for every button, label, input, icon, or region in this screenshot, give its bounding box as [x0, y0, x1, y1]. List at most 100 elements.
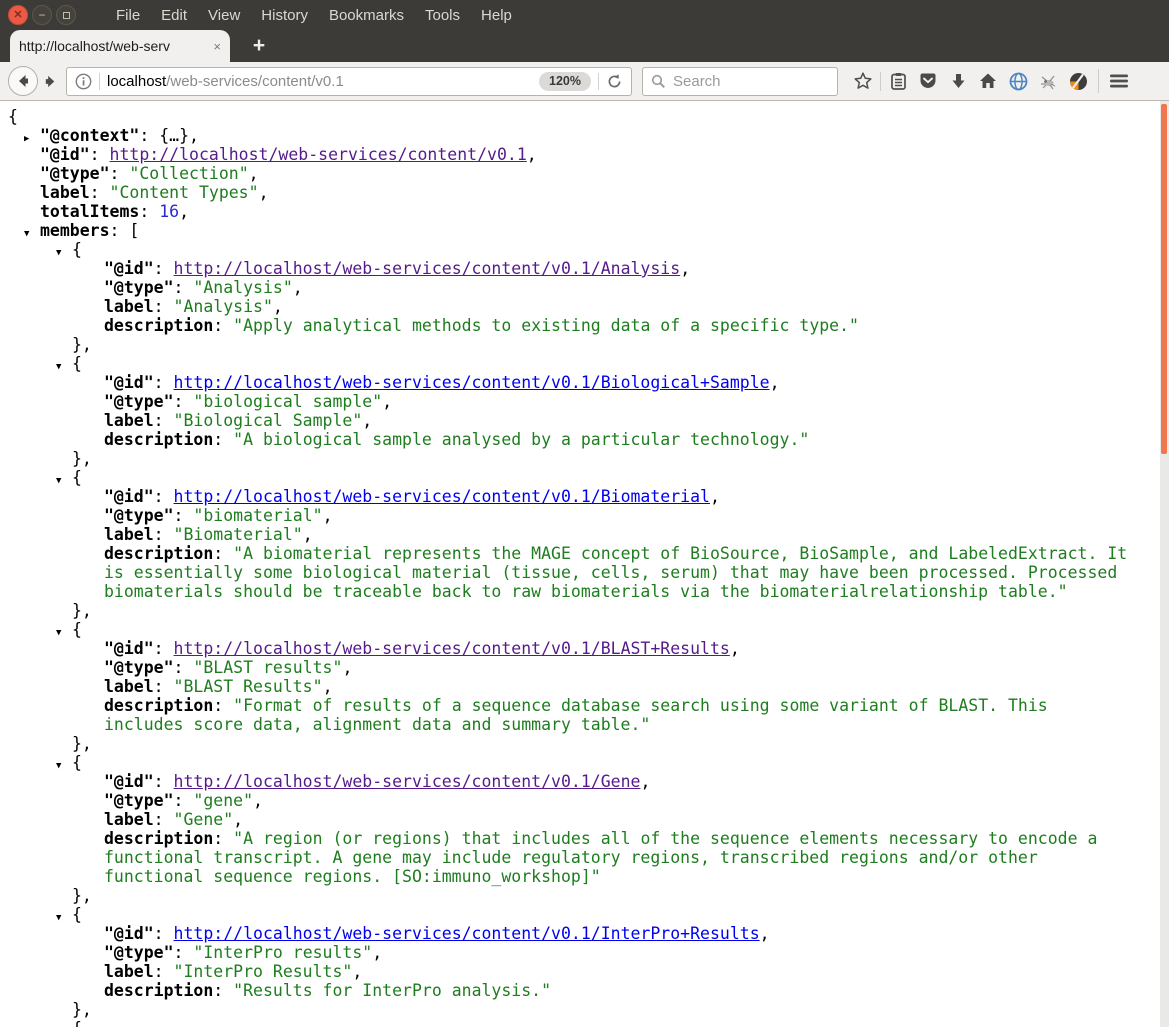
- json-str: "Apply analytical methods to existing da…: [233, 316, 859, 335]
- info-icon[interactable]: [75, 73, 92, 90]
- expander-open-icon[interactable]: ▼: [24, 225, 29, 244]
- expander-closed-icon[interactable]: ▶: [24, 130, 29, 149]
- json-line: label: "Gene",: [104, 810, 1137, 829]
- extension-button-2[interactable]: [1063, 67, 1093, 95]
- json-punctuation: ,: [322, 677, 333, 696]
- json-punctuation: ,: [729, 639, 740, 658]
- menu-item-view[interactable]: View: [208, 7, 240, 24]
- json-line: "@type": "InterPro results",: [104, 943, 1137, 962]
- json-punctuation: :: [173, 392, 194, 411]
- json-key: "@type": [104, 658, 174, 677]
- menu-item-help[interactable]: Help: [481, 7, 512, 24]
- json-key: "@type": [104, 943, 174, 962]
- json-line: "@type": "biological sample",: [104, 392, 1137, 411]
- expander-open-icon[interactable]: ▼: [56, 472, 61, 491]
- json-key: "@type": [104, 278, 174, 297]
- json-line: description: "Format of results of a seq…: [104, 696, 1137, 734]
- pocket-button[interactable]: [913, 67, 943, 95]
- json-punctuation: :: [173, 278, 194, 297]
- json-punctuation: ,: [258, 183, 269, 202]
- scrollbar-thumb[interactable]: [1161, 104, 1167, 454]
- json-line: "@type": "Collection",: [40, 164, 1137, 183]
- json-line: ▼{: [56, 620, 1137, 639]
- menu-item-edit[interactable]: Edit: [161, 7, 187, 24]
- json-str: "Biological Sample": [173, 411, 363, 430]
- json-line: label: "Biological Sample",: [104, 411, 1137, 430]
- close-icon[interactable]: ✕: [8, 5, 28, 25]
- json-punctuation: :: [153, 772, 174, 791]
- globe-extension-button[interactable]: [1003, 67, 1033, 95]
- json-link[interactable]: http://localhost/web-services/content/v0…: [174, 772, 641, 791]
- menu-item-bookmarks[interactable]: Bookmarks: [329, 7, 404, 24]
- search-input[interactable]: Search: [642, 66, 838, 96]
- browser-tab[interactable]: http://localhost/web-serv ×: [10, 30, 230, 62]
- open-menu-button[interactable]: [1104, 67, 1134, 95]
- scrollbar-track[interactable]: [1160, 101, 1169, 1027]
- json-punctuation: ,: [292, 278, 303, 297]
- reload-icon[interactable]: [606, 73, 623, 90]
- json-link[interactable]: http://localhost/web-services/content/v0…: [174, 373, 770, 392]
- maximize-icon[interactable]: [56, 5, 76, 25]
- expander-open-icon[interactable]: ▼: [56, 358, 61, 377]
- json-punctuation: :: [153, 924, 174, 943]
- json-str: "A region (or regions) that includes all…: [104, 829, 1098, 886]
- json-str: "Collection": [129, 164, 249, 183]
- menu-item-history[interactable]: History: [261, 7, 308, 24]
- new-tab-button[interactable]: +: [244, 33, 274, 59]
- titlebar: ✕ − File Edit View History Bookmarks Tools Hel…: [0, 0, 1169, 30]
- back-button[interactable]: [8, 66, 38, 96]
- expander-open-icon[interactable]: ▼: [56, 1023, 61, 1027]
- url-input[interactable]: localhost/web-services/content/v0.1 120%: [66, 66, 632, 96]
- pocket-icon: [920, 73, 936, 88]
- bookmarks-menu-button[interactable]: [883, 67, 913, 95]
- json-punctuation: :: [153, 677, 174, 696]
- zoom-indicator[interactable]: 120%: [539, 71, 591, 91]
- json-link[interactable]: http://localhost/web-services/content/v0…: [174, 259, 681, 278]
- tab-title-wrap: http://localhost/web-serv: [19, 37, 210, 55]
- minimize-icon[interactable]: −: [32, 5, 52, 25]
- forward-button[interactable]: [38, 68, 62, 94]
- json-punctuation: {: [72, 620, 82, 639]
- tab-close-icon[interactable]: ×: [213, 39, 221, 54]
- json-line: totalItems: 16,: [40, 202, 1137, 221]
- json-punctuation: :: [213, 696, 234, 715]
- json-line: },: [72, 449, 1137, 468]
- json-key: label: [104, 411, 154, 430]
- extension-icon-2: [1069, 72, 1087, 90]
- json-punctuation: ,: [759, 924, 770, 943]
- json-link[interactable]: http://localhost/web-services/content/v0…: [174, 487, 710, 506]
- json-str: "Content Types": [109, 183, 259, 202]
- json-line: ▼{: [56, 753, 1137, 772]
- json-key: "@id": [104, 487, 154, 506]
- json-str: "Gene": [173, 810, 234, 829]
- json-line: "@id": http://localhost/web-services/con…: [104, 259, 1137, 278]
- json-line: },: [72, 886, 1137, 905]
- expander-open-icon[interactable]: ▼: [56, 909, 61, 928]
- json-punctuation: {: [8, 107, 18, 126]
- json-punctuation: ,: [352, 962, 363, 981]
- json-line: label: "Biomaterial",: [104, 525, 1137, 544]
- json-str: "Analysis": [193, 278, 293, 297]
- expander-open-icon[interactable]: ▼: [56, 244, 61, 263]
- globe-icon: [1009, 72, 1027, 90]
- bookmark-star-button[interactable]: [848, 67, 878, 95]
- json-line: {: [8, 107, 1137, 126]
- json-link[interactable]: http://localhost/web-services/content/v0…: [174, 924, 760, 943]
- json-punctuation: },: [72, 335, 92, 354]
- downloads-button[interactable]: [943, 67, 973, 95]
- expander-open-icon[interactable]: ▼: [56, 624, 61, 643]
- json-link[interactable]: http://localhost/web-services/content/v0…: [174, 639, 730, 658]
- menu-item-file[interactable]: File: [116, 7, 140, 24]
- json-punctuation: :: [153, 962, 174, 981]
- extension-icon-1: [1040, 75, 1055, 89]
- json-punctuation: :: [153, 259, 174, 278]
- expander-open-icon[interactable]: ▼: [56, 757, 61, 776]
- json-punctuation: {: [72, 354, 82, 373]
- home-button[interactable]: [973, 67, 1003, 95]
- json-link[interactable]: http://localhost/web-services/content/v0…: [110, 145, 527, 164]
- json-line: description: "A biological sample analys…: [104, 430, 1137, 449]
- extension-button-1[interactable]: [1033, 67, 1063, 95]
- json-punctuation: },: [72, 886, 92, 905]
- menu-item-tools[interactable]: Tools: [425, 7, 460, 24]
- json-punctuation: ,: [253, 791, 263, 810]
